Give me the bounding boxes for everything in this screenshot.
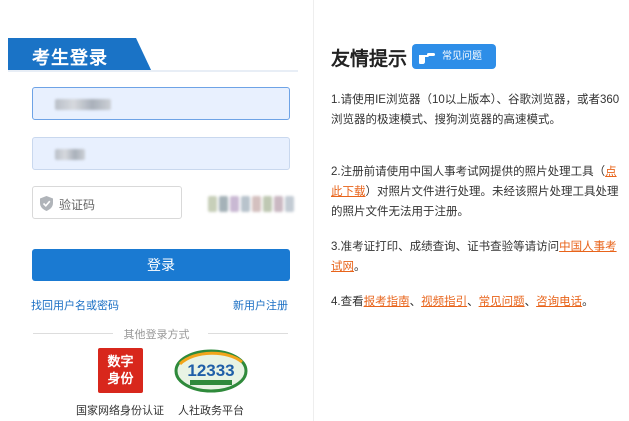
renshe-12333-login-icon[interactable]: 12333 [174, 346, 248, 394]
tips-panel: 友情提示 常见问题 1.请使用IE浏览器（10以上版本）、谷歌浏览器，或者360… [313, 0, 629, 421]
login-panel: 考生登录 验证码 登录 找回用户名或密码 新用户注册 其他登录方式 数字身份 1… [0, 0, 313, 421]
other-login-label: 其他登录方式 [123, 329, 190, 341]
login-button[interactable]: 登录 [32, 249, 290, 281]
digital-identity-label: 国家网络身份认证 [76, 405, 164, 417]
captcha-input[interactable]: 验证码 [32, 186, 182, 219]
tip-browser: 1.请使用IE浏览器（10以上版本）、谷歌浏览器，或者360浏览器的极速模式、搜… [331, 94, 620, 126]
shield-icon [40, 196, 53, 211]
captcha-placeholder: 验证码 [59, 198, 96, 212]
exam-guide-link[interactable]: 报考指南 [364, 296, 410, 308]
tip-resources: 4.查看报考指南、视频指引、常见问题、咨询电话。 [331, 292, 621, 312]
digital-identity-badge-text: 数字身份 [107, 354, 134, 386]
separator: 、 [409, 296, 422, 308]
tip-resources-text-b: 。 [582, 296, 594, 308]
password-value-redacted [55, 149, 85, 160]
renshe-badge-text: 12333 [187, 361, 234, 380]
pointing-hand-icon [419, 53, 435, 64]
username-value-redacted [55, 99, 111, 110]
tip-exam-site: 3.准考证打印、成绩查询、证书查验等请访问中国人事考试网。 [331, 237, 621, 277]
faq-link[interactable]: 常见问题 [479, 296, 525, 308]
tip-photo-tool: 2.注册前请使用中国人事考试网提供的照片处理工具（点此下载）对照片文件进行处理。… [331, 162, 621, 222]
divider-right [208, 333, 288, 334]
renshe-platform-label: 人社政务平台 [178, 405, 244, 417]
separator: 、 [524, 296, 537, 308]
faq-button[interactable]: 常见问题 [412, 44, 496, 69]
login-header: 考生登录 [8, 38, 152, 72]
tip-exam-site-text-a: 3.准考证打印、成绩查询、证书查验等请访问 [331, 241, 560, 253]
tips-title: 友情提示 [331, 49, 408, 70]
separator: 、 [467, 296, 479, 308]
header-divider [8, 70, 298, 72]
captcha-image[interactable] [208, 190, 294, 218]
register-link[interactable]: 新用户注册 [233, 297, 288, 313]
tip-resources-text-a: 4.查看 [331, 296, 364, 308]
username-input[interactable] [32, 87, 290, 120]
forgot-credentials-link[interactable]: 找回用户名或密码 [31, 297, 119, 313]
password-input[interactable] [32, 137, 290, 170]
tip-photo-tool-text-b: ）对照片文件进行处理。未经该照片处理工具处理的照片文件无法用于注册。 [331, 186, 619, 218]
faq-label: 常见问题 [442, 51, 482, 62]
login-title: 考生登录 [32, 48, 108, 68]
contact-phone-link[interactable]: 咨询电话 [536, 296, 582, 308]
digital-identity-login-icon[interactable]: 数字身份 [98, 348, 143, 393]
video-guide-link[interactable]: 视频指引 [421, 296, 467, 308]
tip-exam-site-text-b: 。 [354, 261, 366, 273]
tip-photo-tool-text-a: 2.注册前请使用中国人事考试网提供的照片处理工具（ [331, 166, 606, 178]
